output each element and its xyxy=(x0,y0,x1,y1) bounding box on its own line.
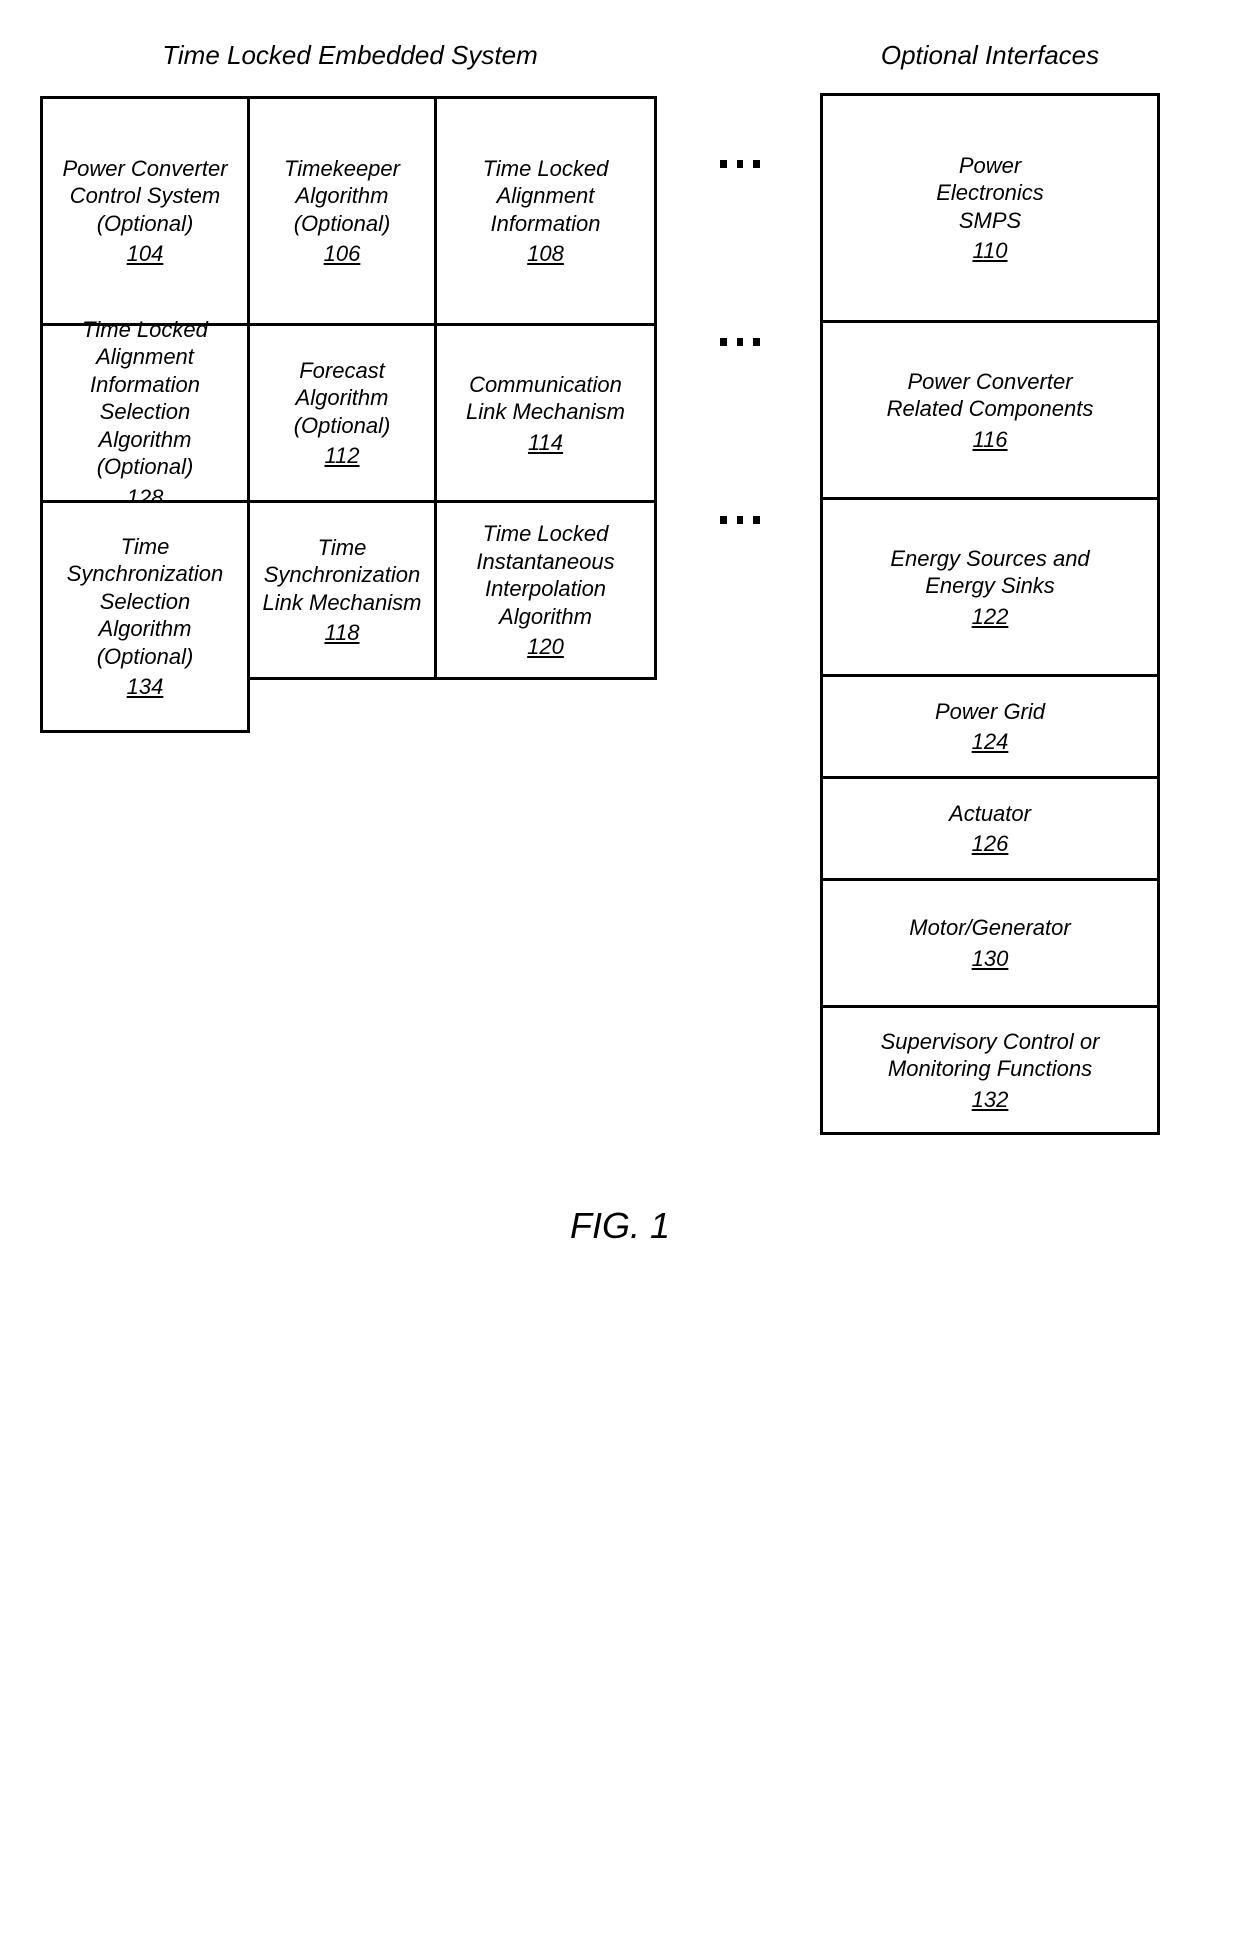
block-energy-sources-sinks: Energy Sources andEnergy Sinks 122 xyxy=(820,497,1160,677)
block-label: Time LockedInstantaneousInterpolation Al… xyxy=(445,520,646,630)
block-supervisory-control: Supervisory Control orMonitoring Functio… xyxy=(820,1005,1160,1135)
block-power-grid: Power Grid 124 xyxy=(820,674,1160,779)
block-ref: 134 xyxy=(127,674,164,700)
block-label: Power Grid xyxy=(935,698,1045,726)
row-1: Power ConverterControl System(Optional) … xyxy=(40,96,660,326)
block-ref: 114 xyxy=(528,430,563,456)
block-power-converter-control-system: Power ConverterControl System(Optional) … xyxy=(40,96,250,326)
block-ref: 118 xyxy=(324,620,359,646)
block-power-converter-components: Power ConverterRelated Components 116 xyxy=(820,320,1160,500)
block-ref: 112 xyxy=(324,443,359,469)
connector-dots xyxy=(720,160,760,168)
block-time-sync-selection-algorithm: Time SynchronizationSelection Algorithm(… xyxy=(40,500,250,733)
block-label: Power ConverterControl System(Optional) xyxy=(62,155,227,238)
block-label: Actuator xyxy=(949,800,1031,828)
block-ref: 104 xyxy=(127,241,164,267)
right-title: Optional Interfaces xyxy=(820,40,1160,71)
right-column: Optional Interfaces PowerElectronicsSMPS… xyxy=(820,40,1160,1135)
row-2: Time Locked AlignmentInformation Selecti… xyxy=(40,326,660,503)
block-label: Motor/Generator xyxy=(909,914,1070,942)
block-timekeeper-algorithm: TimekeeperAlgorithm(Optional) 106 xyxy=(247,96,437,326)
block-time-locked-alignment-info: Time LockedAlignment Information 108 xyxy=(434,96,657,326)
block-communication-link-mechanism: CommunicationLink Mechanism 114 xyxy=(434,323,657,503)
block-label: Energy Sources andEnergy Sinks xyxy=(890,545,1089,600)
block-time-locked-interpolation: Time LockedInstantaneousInterpolation Al… xyxy=(434,500,657,680)
block-label: Time SynchronizationSelection Algorithm(… xyxy=(51,533,239,671)
diagram-layout: Time Locked Embedded System Power Conver… xyxy=(40,40,1200,1135)
block-ref: 106 xyxy=(324,241,361,267)
row-3: Time SynchronizationSelection Algorithm(… xyxy=(40,503,660,733)
block-label: PowerElectronicsSMPS xyxy=(936,152,1044,235)
block-ref: 122 xyxy=(972,604,1009,630)
connector-dots xyxy=(720,516,760,524)
block-ref: 108 xyxy=(527,241,564,267)
block-motor-generator: Motor/Generator 130 xyxy=(820,878,1160,1008)
block-label: ForecastAlgorithm(Optional) xyxy=(294,357,391,440)
block-label: Power ConverterRelated Components xyxy=(887,368,1094,423)
left-title: Time Locked Embedded System xyxy=(40,40,660,71)
block-ref: 120 xyxy=(527,634,564,660)
block-ref: 124 xyxy=(972,729,1009,755)
block-label: Time SynchronizationLink Mechanism xyxy=(258,534,426,617)
block-label: Time Locked AlignmentInformation Selecti… xyxy=(51,316,239,481)
block-ref: 130 xyxy=(972,946,1009,972)
connector-dots xyxy=(720,338,760,346)
block-actuator: Actuator 126 xyxy=(820,776,1160,881)
block-ref: 116 xyxy=(972,427,1007,453)
block-time-locked-alignment-selection: Time Locked AlignmentInformation Selecti… xyxy=(40,323,250,503)
left-column: Time Locked Embedded System Power Conver… xyxy=(40,40,660,733)
block-ref: 126 xyxy=(972,831,1009,857)
block-label: Time LockedAlignment Information xyxy=(445,155,646,238)
block-label: Supervisory Control orMonitoring Functio… xyxy=(881,1028,1100,1083)
block-ref: 110 xyxy=(972,238,1007,264)
block-forecast-algorithm: ForecastAlgorithm(Optional) 112 xyxy=(247,323,437,503)
block-label: TimekeeperAlgorithm(Optional) xyxy=(284,155,400,238)
block-label: CommunicationLink Mechanism xyxy=(466,371,625,426)
block-power-electronics-smps: PowerElectronicsSMPS 110 xyxy=(820,93,1160,323)
block-ref: 132 xyxy=(972,1087,1009,1113)
figure-label: FIG. 1 xyxy=(40,1205,1200,1247)
block-time-sync-link-mechanism: Time SynchronizationLink Mechanism 118 xyxy=(247,500,437,680)
connector-dots-column xyxy=(720,160,760,524)
